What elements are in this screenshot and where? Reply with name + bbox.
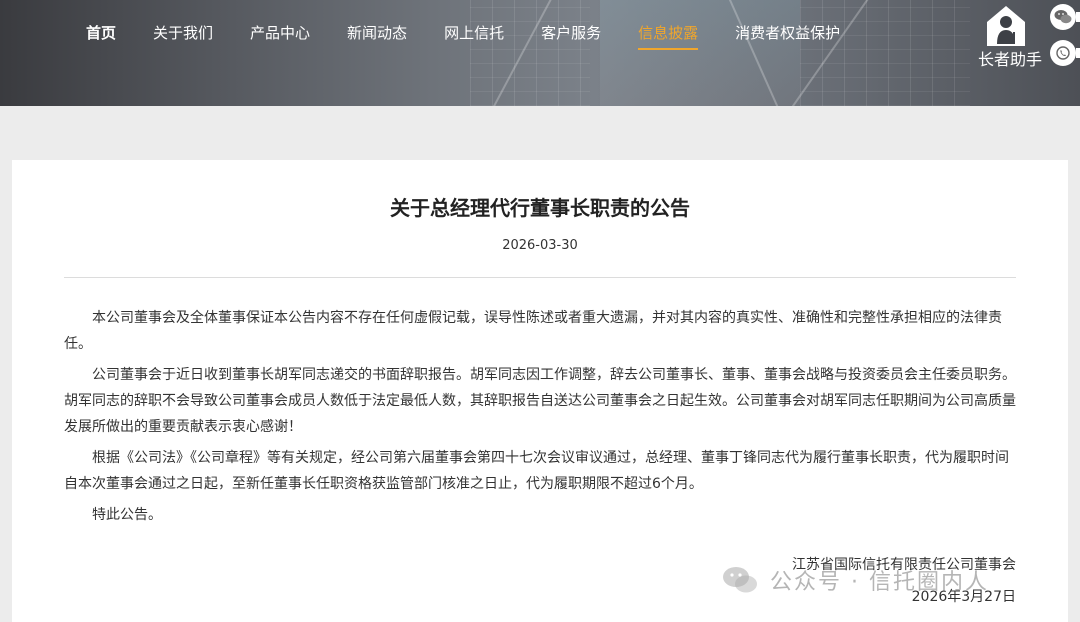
title-divider — [64, 277, 1016, 278]
wechat-button[interactable] — [1050, 4, 1076, 30]
elder-person-icon — [987, 6, 1025, 46]
article-body: 本公司董事会及全体董事保证本公告内容不存在任何虚假记载，误导性陈述或者重大遗漏，… — [64, 305, 1016, 533]
nav-item-home[interactable]: 首页 — [86, 20, 116, 46]
elder-helper-label: 长者助手 — [977, 50, 1042, 69]
nav-item-about[interactable]: 关于我们 — [153, 20, 213, 46]
header-building-grid — [470, 0, 590, 106]
nav-item-news[interactable]: 新闻动态 — [347, 20, 407, 46]
article-date: 2026-03-30 — [502, 238, 578, 253]
side-edge-mark — [1076, 48, 1080, 58]
main-nav: 首页 关于我们 产品中心 新闻动态 网上信托 客户服务 信息披露 消费者权益保护 — [72, 20, 877, 50]
wechat-logo-icon — [723, 567, 757, 593]
nav-item-customer-service[interactable]: 客户服务 — [541, 20, 601, 46]
site-header: 首页 关于我们 产品中心 新闻动态 网上信托 客户服务 信息披露 消费者权益保护… — [0, 0, 1080, 106]
elder-helper-button[interactable]: 长者助手 — [968, 0, 1046, 70]
watermark-text: 公众号 · 信托圈内人 — [770, 570, 989, 595]
article-title: 关于总经理代行董事长职责的公告 — [390, 196, 690, 220]
phone-icon — [1056, 46, 1070, 60]
nav-item-disclosure[interactable]: 信息披露 — [638, 20, 699, 50]
header-building-grid — [800, 0, 970, 106]
side-edge-mark — [1076, 12, 1080, 22]
nav-item-consumer-protection[interactable]: 消费者权益保护 — [735, 20, 840, 46]
article-paragraph: 公司董事会于近日收到董事长胡军同志递交的书面辞职报告。胡军同志因工作调整，辞去公… — [64, 367, 1016, 435]
nav-item-online-trust[interactable]: 网上信托 — [444, 20, 504, 46]
nav-item-products[interactable]: 产品中心 — [250, 20, 310, 46]
wechat-icon — [1054, 10, 1072, 24]
phone-button[interactable] — [1050, 40, 1076, 66]
article-card: 关于总经理代行董事长职责的公告 2026-03-30 本公司董事会及全体董事保证… — [12, 160, 1068, 622]
article-paragraph: 根据《公司法》《公司章程》等有关规定，经公司第六届董事会第四十七次会议审议通过，… — [64, 450, 1009, 492]
article-paragraph: 本公司董事会及全体董事保证本公告内容不存在任何虚假记载，误导性陈述或者重大遗漏，… — [64, 310, 1002, 352]
watermark: 公众号 · 信托圈内人 — [722, 562, 989, 598]
article-paragraph: 特此公告。 — [92, 507, 162, 523]
